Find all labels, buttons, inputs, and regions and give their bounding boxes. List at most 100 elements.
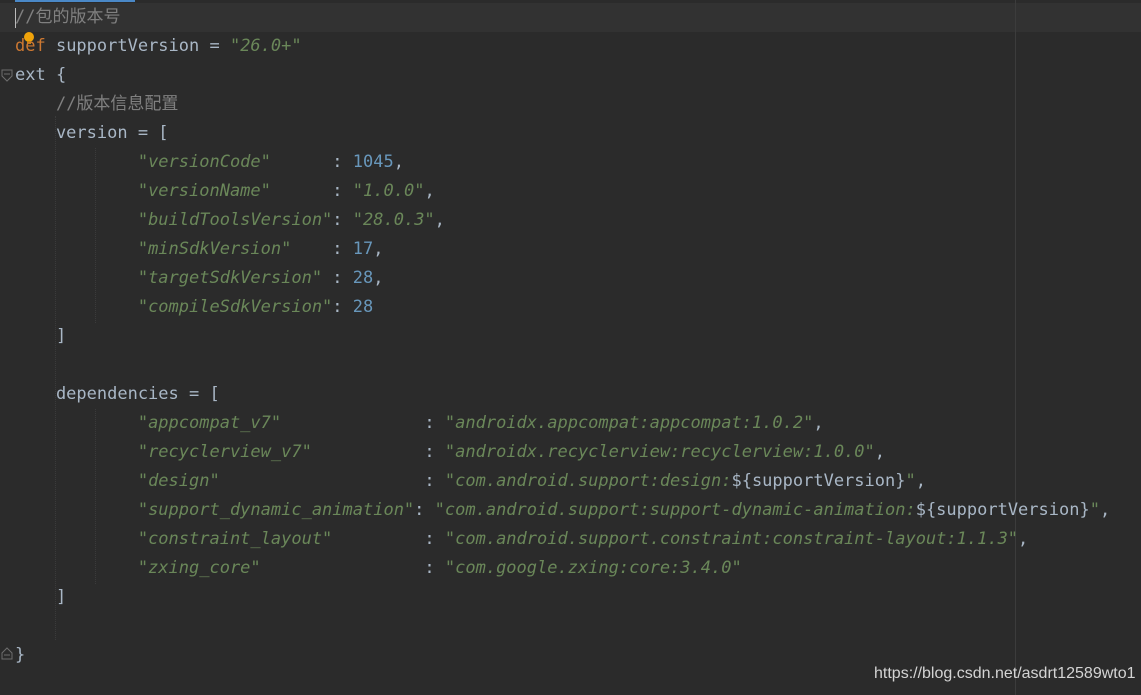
code-line[interactable]: "versionCode" : 1045, (15, 148, 404, 177)
code-token-plain: , (874, 442, 886, 462)
code-token-plain: } (15, 645, 26, 665)
code-line[interactable]: ] (15, 583, 66, 612)
code-token-str: "1.0.0" (352, 181, 425, 201)
code-token-str: " (905, 471, 916, 491)
code-token-plain: , (393, 152, 404, 172)
code-token-plain: : (270, 181, 353, 201)
code-line[interactable]: def supportVersion = "26.0+" (15, 32, 302, 61)
fold-collapse-icon[interactable] (1, 69, 13, 82)
code-line[interactable]: "minSdkVersion" : 17, (15, 235, 384, 264)
code-token-kw: def (15, 36, 46, 56)
code-token-comment: //版本信息配置 (55, 94, 179, 114)
code-line[interactable]: } (15, 641, 25, 670)
code-token-str: "compileSdkVersion" (137, 297, 333, 317)
active-tab-indicator (15, 0, 135, 2)
code-token-plain: supportVersion = (45, 36, 230, 56)
code-token-plain: , (1018, 529, 1029, 549)
code-token-str: "com.android.support:support-dynamic-ani… (434, 500, 916, 520)
code-token-str: "design" (137, 471, 220, 491)
code-token-str: "constraint_layout" (137, 529, 333, 549)
text-caret (15, 8, 16, 28)
code-token-str: "androidx.appcompat:appcompat:1.0.2" (444, 413, 814, 433)
code-token-num: 28 (352, 268, 374, 288)
code-token-str: "versionName" (137, 181, 271, 201)
code-token-str: "com.android.support.constraint:constrai… (444, 529, 1019, 549)
code-line[interactable]: "versionName" : "1.0.0", (15, 177, 435, 206)
code-token-str: "recyclerview_v7" (137, 442, 312, 462)
code-token-plain: version = [ (15, 123, 169, 143)
code-line[interactable]: version = [ (15, 119, 169, 148)
code-token-plain: : (281, 413, 445, 433)
code-token-plain: , (373, 239, 384, 259)
code-line[interactable]: "design" : "com.android.support:design:$… (15, 467, 926, 496)
code-token-str: "zxing_core" (137, 558, 261, 578)
code-line[interactable]: dependencies = [ (15, 380, 220, 409)
code-token-str: "appcompat_v7" (137, 413, 282, 433)
code-token-str: " (1089, 500, 1100, 520)
code-token-plain: , (373, 268, 384, 288)
code-token-str: "minSdkVersion" (137, 239, 292, 259)
code-line[interactable]: "support_dynamic_animation": "com.androi… (15, 496, 1110, 525)
code-token-str: "com.android.support:design: (444, 471, 732, 491)
code-token-num: 1045 (352, 152, 394, 172)
code-line[interactable]: //包的版本号 (15, 3, 120, 32)
code-token-plain: : (322, 268, 353, 288)
code-token-str: "support_dynamic_animation" (137, 500, 415, 520)
code-token-plain: : (414, 500, 435, 520)
code-token-str: "buildToolsVersion" (137, 210, 333, 230)
code-token-plain: : (332, 210, 353, 230)
code-token-str: "26.0+" (229, 36, 302, 56)
code-token-plain: ] (15, 587, 67, 607)
code-token-num: 17 (352, 239, 374, 259)
code-token-plain: : (332, 529, 445, 549)
code-token-plain: ${supportVersion} (731, 471, 906, 491)
code-token-str: "targetSdkVersion" (137, 268, 323, 288)
code-token-plain: ext { (15, 65, 67, 85)
code-token-plain: : (270, 152, 353, 172)
code-token-plain: , (915, 471, 926, 491)
code-line[interactable]: "buildToolsVersion": "28.0.3", (15, 206, 445, 235)
code-token-plain: , (1099, 500, 1111, 520)
code-token-plain: : (291, 239, 353, 259)
code-line[interactable]: "zxing_core" : "com.google.zxing:core:3.… (15, 554, 742, 583)
code-token-plain: : (260, 558, 445, 578)
code-token-plain: ] (15, 326, 67, 346)
code-token-str: "androidx.recyclerview:recyclerview:1.0.… (444, 442, 875, 462)
code-token-num: 28 (352, 297, 374, 317)
code-token-plain: ${supportVersion} (915, 500, 1090, 520)
fold-expand-icon[interactable] (1, 647, 13, 660)
code-token-plain: : (332, 297, 353, 317)
current-line-highlight (0, 3, 1141, 32)
code-editor[interactable]: //包的版本号 def supportVersion = "26.0+" ext {… (0, 0, 1141, 695)
code-line[interactable]: "constraint_layout" : "com.android.suppo… (15, 525, 1028, 554)
code-token-str: "versionCode" (137, 152, 271, 172)
watermark-url: https://blog.csdn.net/asdrt12589wto1 (874, 665, 1136, 682)
code-line[interactable]: "compileSdkVersion": 28 (15, 293, 373, 322)
code-token-plain: dependencies = [ (15, 384, 220, 404)
code-line[interactable]: "appcompat_v7" : "androidx.appcompat:app… (15, 409, 824, 438)
code-line[interactable]: ] (15, 322, 66, 351)
code-line[interactable]: "targetSdkVersion" : 28, (15, 264, 384, 293)
code-token-str: "com.google.zxing:core:3.4.0" (444, 558, 742, 578)
code-token-plain: : (311, 442, 445, 462)
code-token-plain: , (813, 413, 824, 433)
code-line[interactable]: //版本信息配置 (15, 90, 178, 119)
code-token-plain: , (434, 210, 445, 230)
code-line[interactable]: ext { (15, 61, 66, 90)
right-margin-guide (1015, 0, 1016, 695)
code-line[interactable]: "recyclerview_v7" : "androidx.recyclervi… (15, 438, 885, 467)
code-token-str: "28.0.3" (352, 210, 435, 230)
